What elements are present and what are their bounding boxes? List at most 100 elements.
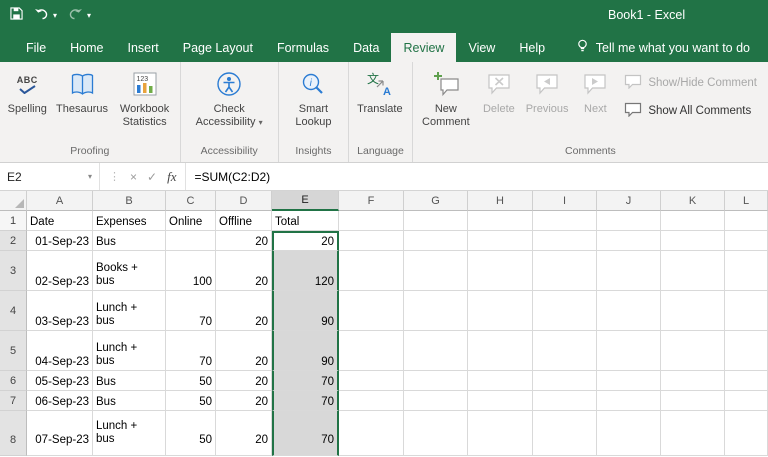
cell-d3[interactable]: 20 [216, 251, 272, 291]
cell-d6[interactable]: 20 [216, 371, 272, 391]
cell[interactable] [661, 211, 725, 231]
cell-c2[interactable] [166, 231, 216, 251]
cell[interactable] [468, 211, 533, 231]
cell[interactable] [725, 231, 768, 251]
cell[interactable] [533, 411, 597, 456]
tab-formulas[interactable]: Formulas [265, 33, 341, 62]
new-comment-button[interactable]: New Comment [416, 64, 476, 144]
cell[interactable] [597, 411, 661, 456]
cell-a6[interactable]: 05-Sep-23 [27, 371, 93, 391]
row-header-4[interactable]: 4 [0, 291, 27, 331]
cell-e8[interactable]: 70 [272, 411, 339, 456]
cell[interactable] [339, 371, 404, 391]
cell[interactable] [597, 251, 661, 291]
cell-b5[interactable]: Lunch + bus [93, 331, 166, 371]
cell[interactable] [661, 251, 725, 291]
cell-d4[interactable]: 20 [216, 291, 272, 331]
cell[interactable] [725, 391, 768, 411]
cell-a4[interactable]: 03-Sep-23 [27, 291, 93, 331]
cell[interactable] [468, 331, 533, 371]
cell-b2[interactable]: Bus [93, 231, 166, 251]
cell-b3[interactable]: Books + bus [93, 251, 166, 291]
enter-icon[interactable]: ✓ [147, 170, 157, 184]
row-header-2[interactable]: 2 [0, 231, 27, 251]
cell[interactable] [468, 291, 533, 331]
col-header-b[interactable]: B [93, 191, 166, 211]
cell[interactable] [404, 251, 468, 291]
name-box[interactable]: E2 ▾ [0, 163, 100, 190]
cell[interactable] [725, 371, 768, 391]
cell-e5[interactable]: 90 [272, 331, 339, 371]
cell-a5[interactable]: 04-Sep-23 [27, 331, 93, 371]
cell[interactable] [468, 251, 533, 291]
cell[interactable] [597, 331, 661, 371]
row-header-3[interactable]: 3 [0, 251, 27, 291]
formula-bar-resize-handle[interactable]: ⋮ [109, 170, 120, 183]
cell-c1[interactable]: Online [166, 211, 216, 231]
col-header-l[interactable]: L [725, 191, 768, 211]
cell[interactable] [404, 331, 468, 371]
cell[interactable] [597, 371, 661, 391]
cell[interactable] [725, 411, 768, 456]
col-header-d[interactable]: D [216, 191, 272, 211]
cell[interactable] [404, 291, 468, 331]
cell[interactable] [339, 331, 404, 371]
workbook-statistics-button[interactable]: 123 Workbook Statistics [113, 64, 177, 144]
row-header-8[interactable]: 8 [0, 411, 27, 456]
spelling-button[interactable]: ABC Spelling [3, 64, 51, 144]
smart-lookup-button[interactable]: i Smart Lookup [282, 64, 345, 144]
formula-input[interactable]: =SUM(C2:D2) [186, 163, 768, 190]
tab-home[interactable]: Home [58, 33, 115, 62]
show-hide-comment-button[interactable]: Show/Hide Comment [624, 74, 757, 92]
tab-view[interactable]: View [456, 33, 507, 62]
cell[interactable] [533, 391, 597, 411]
show-all-comments-button[interactable]: Show All Comments [624, 102, 757, 120]
cell-c7[interactable]: 50 [166, 391, 216, 411]
cell[interactable] [725, 251, 768, 291]
cell-a3[interactable]: 02-Sep-23 [27, 251, 93, 291]
cell-c4[interactable]: 70 [166, 291, 216, 331]
cell[interactable] [339, 211, 404, 231]
cell[interactable] [339, 391, 404, 411]
col-header-i[interactable]: I [533, 191, 597, 211]
insert-function-icon[interactable]: fx [167, 169, 176, 185]
cell-b8[interactable]: Lunch + bus [93, 411, 166, 456]
cell-e7[interactable]: 70 [272, 391, 339, 411]
cell-c3[interactable]: 100 [166, 251, 216, 291]
col-header-j[interactable]: J [597, 191, 661, 211]
redo-icon[interactable] [68, 8, 83, 23]
col-header-k[interactable]: K [661, 191, 725, 211]
cell-a8[interactable]: 07-Sep-23 [27, 411, 93, 456]
cell[interactable] [404, 371, 468, 391]
cell-d2[interactable]: 20 [216, 231, 272, 251]
cell-d1[interactable]: Offline [216, 211, 272, 231]
cell-b7[interactable]: Bus [93, 391, 166, 411]
row-header-1[interactable]: 1 [0, 211, 27, 231]
thesaurus-button[interactable]: Thesaurus [51, 64, 112, 144]
cell-e3[interactable]: 120 [272, 251, 339, 291]
cell-b6[interactable]: Bus [93, 371, 166, 391]
cell-b4[interactable]: Lunch + bus [93, 291, 166, 331]
cell-e4[interactable]: 90 [272, 291, 339, 331]
cell[interactable] [725, 331, 768, 371]
tab-data[interactable]: Data [341, 33, 391, 62]
col-header-g[interactable]: G [404, 191, 468, 211]
cell[interactable] [533, 331, 597, 371]
cell-e2-active[interactable]: 20 [272, 231, 339, 251]
tab-insert[interactable]: Insert [116, 33, 171, 62]
tab-file[interactable]: File [14, 33, 58, 62]
cell[interactable] [597, 391, 661, 411]
row-header-5[interactable]: 5 [0, 331, 27, 371]
cell[interactable] [339, 411, 404, 456]
qat-customize-icon[interactable]: ▾ [87, 11, 91, 20]
cell[interactable] [533, 231, 597, 251]
cell[interactable] [533, 291, 597, 331]
translate-button[interactable]: 文A Translate [352, 64, 407, 144]
cell-c6[interactable]: 50 [166, 371, 216, 391]
check-accessibility-button[interactable]: Check Accessibility ▾ [184, 64, 275, 144]
cell-a1[interactable]: Date [27, 211, 93, 231]
col-header-h[interactable]: H [468, 191, 533, 211]
cell[interactable] [661, 371, 725, 391]
cell[interactable] [661, 391, 725, 411]
cell[interactable] [661, 291, 725, 331]
